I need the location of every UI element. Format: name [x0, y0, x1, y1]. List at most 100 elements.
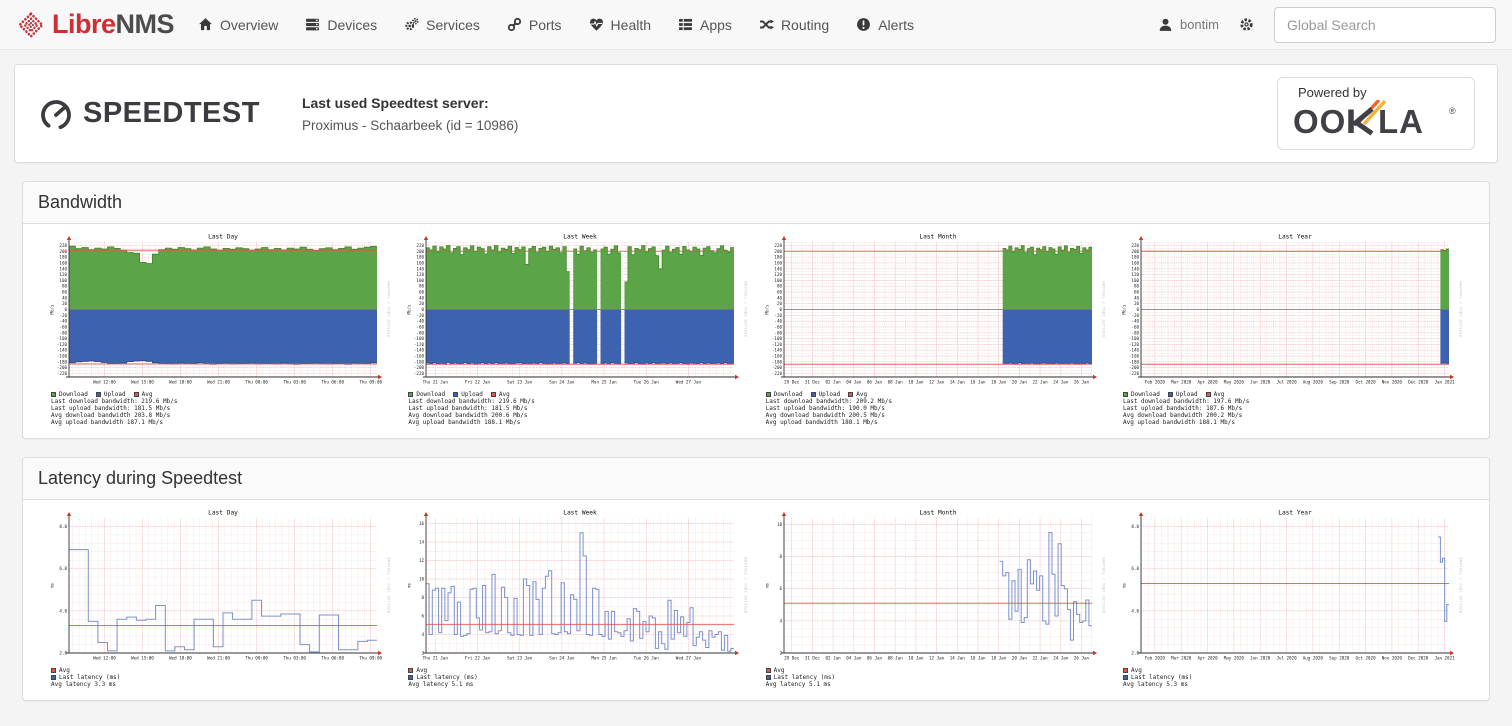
svg-text:16: 16 — [419, 521, 425, 526]
gear-icon — [1239, 17, 1254, 32]
bandwidth-graph-last-day-plot[interactable]: -220-200-180-160-140-120-100-80-60-40-20… — [49, 232, 391, 390]
latency-graph-last-day-plot[interactable]: 2.04.06.08.0Wed 12:00Wed 15:00Wed 18:00W… — [49, 508, 391, 666]
svg-text:-180: -180 — [772, 359, 783, 364]
svg-text:Sun 24 Jan: Sun 24 Jan — [550, 656, 576, 661]
bandwidth-graph-last-day-legend: DownloadUploadAvgLast download bandwidth… — [51, 391, 391, 426]
svg-text:24 Jan: 24 Jan — [1053, 656, 1069, 661]
svg-text:-200: -200 — [57, 365, 68, 370]
legend-item: Last latency (ms) — [408, 674, 477, 681]
nav-item-apps[interactable]: Apps — [678, 17, 732, 33]
svg-text:08 Jan: 08 Jan — [887, 380, 903, 385]
svg-text:140: 140 — [59, 266, 67, 271]
svg-text:140: 140 — [774, 266, 782, 271]
svg-text:14 Jan: 14 Jan — [949, 380, 965, 385]
svg-text:20: 20 — [62, 301, 68, 306]
latency-graph-last-month-legend: AvgLast latency (ms)Avg latency 5.1 ms — [766, 667, 1106, 688]
svg-text:04 Jan: 04 Jan — [846, 656, 862, 661]
svg-text:-60: -60 — [417, 324, 425, 329]
svg-text:-220: -220 — [772, 371, 783, 376]
legend-swatch — [811, 392, 816, 397]
graph-stat-line: Last upload bandwidth: 187.6 Mb/s — [1123, 405, 1463, 412]
bandwidth-graph-last-month-plot[interactable]: -220-200-180-160-140-120-100-80-60-40-20… — [764, 232, 1106, 390]
svg-text:120: 120 — [1131, 272, 1139, 277]
nav-item-health[interactable]: Health — [589, 17, 651, 33]
graph-stat-line: Last upload bandwidth: 190.0 Mb/s — [766, 405, 1106, 412]
latency-section-title: Latency during Speedtest — [23, 458, 1489, 500]
svg-text:-140: -140 — [772, 348, 783, 353]
svg-text:220: 220 — [417, 243, 425, 248]
latency-graph-last-week-plot[interactable]: 246810121416Thu 21 JanFri 22 JanSat 23 J… — [406, 508, 748, 666]
svg-text:Wed 27 Jan: Wed 27 Jan — [676, 656, 702, 661]
nav-item-alerts[interactable]: Alerts — [856, 17, 914, 33]
svg-text:160: 160 — [774, 260, 782, 265]
legend-swatch — [408, 392, 413, 397]
svg-text:-140: -140 — [57, 348, 68, 353]
latency-graph-last-month-plot[interactable]: 24681029 Dec31 Dec02 Jan04 Jan06 Jan08 J… — [764, 508, 1106, 666]
settings-menu[interactable] — [1239, 17, 1254, 32]
svg-text:Mon 25 Jan: Mon 25 Jan — [592, 380, 618, 385]
nav-item-label: Alerts — [878, 17, 914, 33]
nav-item-overview[interactable]: Overview — [198, 17, 278, 33]
health-icon — [589, 17, 604, 32]
nav-item-services[interactable]: Services — [404, 17, 480, 33]
latency-graph-last-year-plot[interactable]: 2.04.06.08.0Feb 2020Mar 2020Apr 2020May … — [1121, 508, 1463, 666]
librenms-logo[interactable]: LibreNMS — [16, 9, 174, 40]
svg-text:-20: -20 — [59, 313, 67, 318]
bandwidth-graph-last-year-plot[interactable]: -220-200-180-160-140-120-100-80-60-40-20… — [1121, 232, 1463, 390]
svg-text:20 Jan: 20 Jan — [1011, 380, 1027, 385]
svg-text:Sep 2020: Sep 2020 — [1329, 656, 1350, 661]
nav-item-label: Devices — [327, 17, 377, 33]
svg-text:-20: -20 — [1131, 313, 1139, 318]
bandwidth-graph-last-week-plot[interactable]: -220-200-180-160-140-120-100-80-60-40-20… — [406, 232, 748, 390]
powered-by-label: Powered by — [1298, 85, 1460, 100]
graph-stat-line: Avg download bandwidth 200.2 Mb/s — [1123, 412, 1463, 419]
nav-item-ports[interactable]: Ports — [507, 17, 562, 33]
svg-text:Aug 2020: Aug 2020 — [1303, 380, 1324, 385]
svg-text:ms: ms — [50, 583, 55, 589]
bandwidth-graph-last-month-legend: DownloadUploadAvgLast download bandwidth… — [766, 391, 1106, 426]
bandwidth-graph-last-year: -220-200-180-160-140-120-100-80-60-40-20… — [1121, 232, 1463, 426]
nav-item-devices[interactable]: Devices — [305, 17, 377, 33]
svg-text:Apr 2020: Apr 2020 — [1197, 656, 1218, 661]
graph-stat-line: Avg latency 5.1 ms — [408, 681, 748, 688]
svg-text:220: 220 — [774, 243, 782, 248]
svg-text:Sep 2020: Sep 2020 — [1329, 380, 1350, 385]
legend-item: Avg — [491, 391, 510, 398]
bandwidth-graphs: -220-200-180-160-140-120-100-80-60-40-20… — [23, 224, 1489, 438]
svg-text:RRDTOOL / TOBI OETIKER: RRDTOOL / TOBI OETIKER — [1101, 282, 1105, 338]
nav-item-label: Health — [611, 17, 651, 33]
latency-graph-last-year-legend: AvgLast latency (ms)Avg latency 5.3 ms — [1123, 667, 1463, 688]
legend-swatch — [1123, 668, 1128, 673]
svg-text:-100: -100 — [414, 336, 425, 341]
svg-text:31 Dec: 31 Dec — [804, 656, 820, 661]
svg-text:Wed 18:00: Wed 18:00 — [169, 380, 192, 385]
svg-text:80: 80 — [419, 284, 425, 289]
navbar: LibreNMS Overview Devices Services Ports Hea… — [0, 0, 1512, 50]
graph-stat-line: Last download bandwidth: 209.2 Mb/s — [766, 398, 1106, 405]
nav-item-label: Services — [426, 17, 480, 33]
legend-item: Download — [408, 391, 445, 398]
legend-swatch — [766, 675, 771, 680]
nav-item-routing[interactable]: Routing — [759, 17, 829, 33]
global-search-input[interactable] — [1274, 7, 1496, 43]
svg-text:-140: -140 — [1129, 348, 1140, 353]
last-server-label: Last used Speedtest server: — [302, 95, 518, 111]
svg-text:Mb/s: Mb/s — [50, 304, 55, 315]
user-icon — [1158, 17, 1173, 32]
latency-graph-last-year: 2.04.06.08.0Feb 2020Mar 2020Apr 2020May … — [1121, 508, 1463, 688]
ports-icon — [507, 17, 522, 32]
svg-text:Sat 23 Jan: Sat 23 Jan — [507, 656, 533, 661]
svg-text:Thu 09:00: Thu 09:00 — [359, 656, 382, 661]
svg-text:RRDTOOL / TOBI OETIKER: RRDTOOL / TOBI OETIKER — [1458, 282, 1462, 338]
svg-text:100: 100 — [59, 278, 67, 283]
user-menu[interactable]: bontim — [1158, 17, 1219, 32]
svg-text:100: 100 — [774, 278, 782, 283]
latency-graphs: 2.04.06.08.0Wed 12:00Wed 15:00Wed 18:00W… — [23, 500, 1489, 700]
latency-graph-last-day: 2.04.06.08.0Wed 12:00Wed 15:00Wed 18:00W… — [49, 508, 391, 688]
svg-text:14 Jan: 14 Jan — [949, 656, 965, 661]
svg-text:Thu 06:00: Thu 06:00 — [321, 656, 344, 661]
legend-item: Avg — [51, 667, 70, 674]
svg-text:4.0: 4.0 — [59, 608, 67, 613]
svg-text:160: 160 — [59, 260, 67, 265]
svg-text:Feb 2020: Feb 2020 — [1145, 380, 1166, 385]
